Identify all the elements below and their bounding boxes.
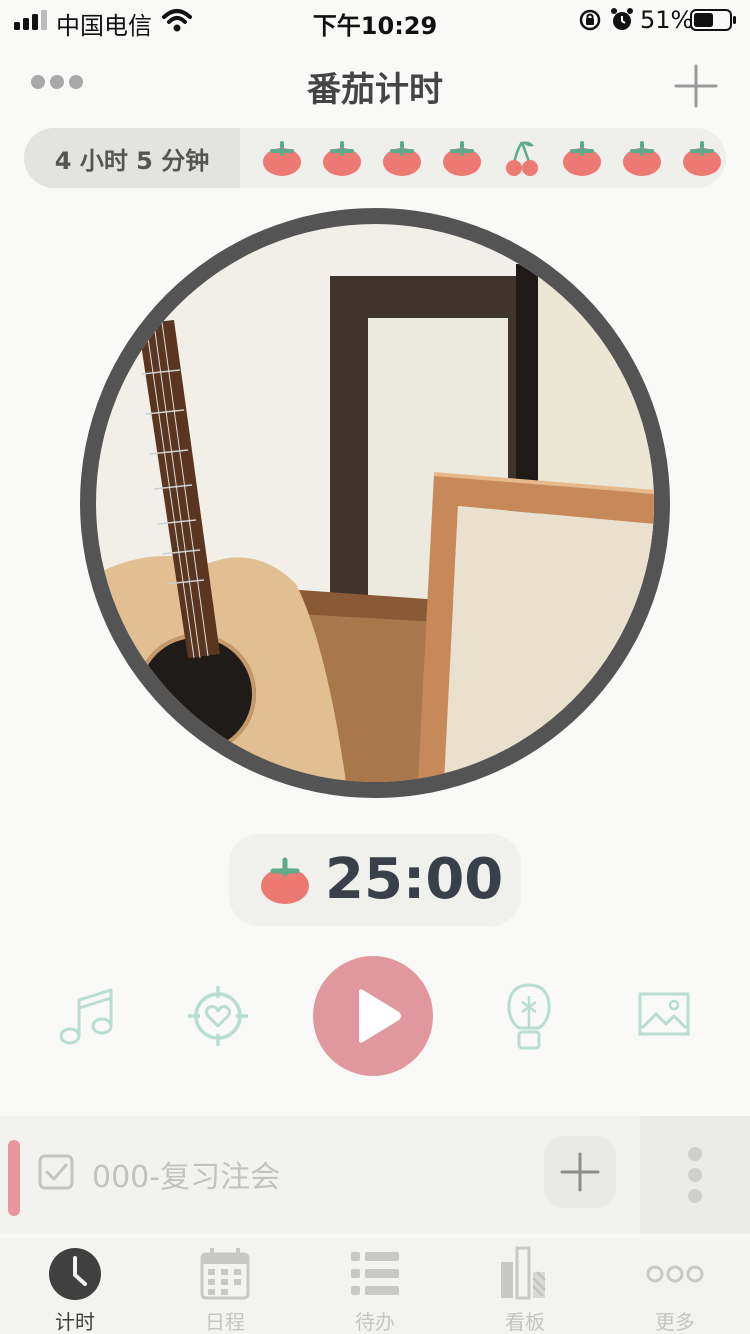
background-photo-frame[interactable] <box>80 208 670 798</box>
tomato-icon <box>252 136 312 180</box>
tab-board[interactable]: 看板 <box>450 1238 600 1334</box>
background-photo <box>96 224 654 782</box>
total-focus-time: 4 小时 5 分钟 <box>24 128 240 188</box>
music-note-icon[interactable] <box>56 986 116 1048</box>
alarm-icon <box>611 8 633 30</box>
plus-icon[interactable] <box>670 60 722 112</box>
image-icon[interactable] <box>638 992 690 1036</box>
tomato-icon <box>612 136 672 180</box>
current-task-bar[interactable]: 000-复习注会 <box>0 1116 640 1234</box>
plus-icon <box>560 1152 600 1192</box>
page-title: 番茄计时 <box>307 70 443 110</box>
tab-label: 计时 <box>55 1310 95 1334</box>
status-time: 下午10:29 <box>312 12 438 40</box>
tomato-icon <box>372 136 432 180</box>
tab-label: 日程 <box>205 1310 245 1334</box>
list-icon <box>351 1252 399 1295</box>
play-icon <box>359 989 401 1043</box>
calendar-icon <box>200 1248 250 1300</box>
vertical-dots-icon <box>688 1147 702 1203</box>
timer-display[interactable]: 25:00 <box>229 834 521 926</box>
bar-chart-icon <box>501 1246 546 1300</box>
clock-icon <box>49 1248 101 1300</box>
play-button[interactable] <box>313 956 433 1076</box>
rotation-lock-icon <box>579 9 601 31</box>
timer-value: 25:00 <box>325 847 504 912</box>
tab-label: 看板 <box>505 1310 545 1334</box>
checkbox-icon[interactable] <box>38 1154 74 1190</box>
tomato-icon <box>432 136 492 180</box>
task-color-marker <box>8 1140 20 1216</box>
tab-bar: 计时 日程 待办 看板 更多 <box>0 1238 750 1334</box>
tomato-icon <box>672 136 726 180</box>
lightbulb-icon[interactable] <box>506 982 552 1054</box>
battery-percent: 51% <box>640 6 694 34</box>
nav-bar: 番茄计时 <box>0 48 750 120</box>
status-bar: 中国电信 下午10:29 51% <box>0 0 750 40</box>
tab-todo[interactable]: 待办 <box>300 1238 450 1334</box>
target-heart-icon[interactable] <box>186 984 250 1048</box>
timer-controls <box>0 956 750 1076</box>
battery-icon <box>690 9 736 31</box>
guitar-and-frames-photo <box>96 224 654 782</box>
more-dots-icon <box>646 1265 704 1283</box>
session-summary[interactable]: 4 小时 5 分钟 <box>24 128 726 188</box>
task-label: 000-复习注会 <box>92 1160 281 1195</box>
tab-label: 待办 <box>355 1310 395 1334</box>
tomato-icon <box>312 136 372 180</box>
tab-schedule[interactable]: 日程 <box>150 1238 300 1334</box>
tab-timer[interactable]: 计时 <box>0 1238 150 1334</box>
tomato-icon <box>552 136 612 180</box>
cherry-icon <box>492 136 552 180</box>
tomato-icon <box>261 857 309 904</box>
tab-more[interactable]: 更多 <box>600 1238 750 1334</box>
tab-label: 更多 <box>655 1310 695 1334</box>
add-task-button[interactable] <box>544 1136 616 1208</box>
session-tomato-row <box>252 136 726 180</box>
task-menu-button[interactable] <box>640 1116 750 1234</box>
